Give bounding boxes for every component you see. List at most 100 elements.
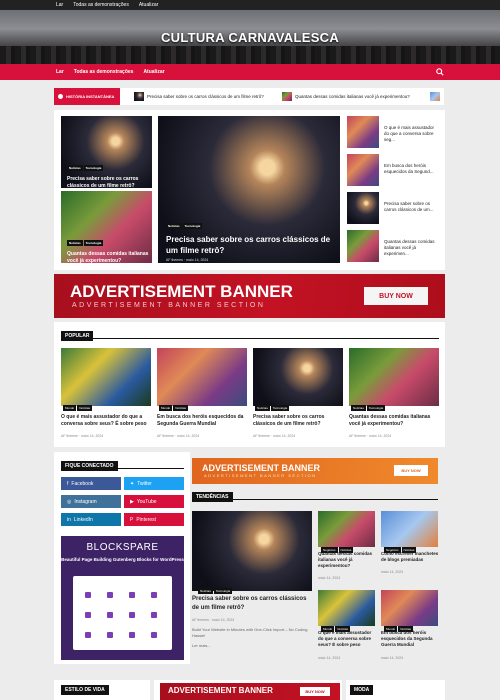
social-label: LinkedIn [73, 516, 93, 523]
post-author[interactable]: AF themes [166, 258, 183, 262]
post-meta: AF themes · maio 14, 2024 [253, 434, 296, 438]
section-heading-trending: TENDÊNCIAS [192, 492, 233, 502]
trending-thumb[interactable]: Mundo Notícias [318, 590, 375, 632]
post-title[interactable]: Quantas dessas comidas italianas você já… [318, 551, 376, 569]
ad-buy-button[interactable]: BUY NOW [300, 687, 330, 696]
top-bar: Lar Todas as demonstrações Atualizar [0, 0, 500, 10]
trending-thumb[interactable]: Mundo Notícias [381, 590, 438, 632]
social-label: YouTube [136, 498, 157, 505]
social-youtube-button[interactable]: ▶ YouTube [124, 495, 184, 508]
post-author[interactable]: AF themes [61, 434, 78, 438]
twitter-icon: ✦ [130, 480, 135, 487]
ticker-item[interactable] [430, 91, 440, 102]
block-icon [151, 612, 157, 618]
ad-buy-button[interactable]: BUY NOW [364, 287, 428, 305]
ad-buy-button[interactable]: BUY NOW [394, 465, 428, 476]
advertisement-banner-small[interactable]: ADVERTISEMENT BANNER ADVERTISEMENT BANNE… [192, 458, 438, 484]
post-meta: AF themes · maio 14, 2024 [61, 434, 104, 438]
blockspare-screenshot [73, 576, 172, 650]
blockspare-promo[interactable]: BLOCKSPARE Beautiful Page Building Guten… [61, 536, 184, 660]
side-thumb[interactable] [347, 154, 379, 186]
post-author[interactable]: AF themes [253, 434, 270, 438]
post-author[interactable]: AF themes [157, 434, 174, 438]
post-title[interactable]: Como escrever manchetes de blogs premiad… [381, 551, 439, 563]
post-author[interactable]: AF themes [349, 434, 366, 438]
post-title[interactable]: Em busca dos heróis esquecidos da Segund… [381, 630, 439, 648]
post-title[interactable]: Em busca dos heróis esquecidos da Segund… [157, 414, 247, 428]
post-title[interactable]: O que é mais assustador do que a convers… [61, 414, 151, 428]
category-tag[interactable]: Tecnologia [366, 405, 386, 411]
ticker-item[interactable]: Quantas dessas comidas italianas você já… [282, 91, 410, 102]
post-title[interactable]: Precisa saber sobre os carros clássicos … [166, 234, 334, 256]
post-title[interactable]: Precisa saber sobre os carros clássicos … [192, 595, 314, 613]
site-title[interactable]: CULTURA CARNAVALESCA [0, 30, 500, 45]
block-icon [129, 632, 135, 638]
advertisement-banner[interactable]: ADVERTISEMENT BANNER ADVERTISEMENT BANNE… [54, 274, 445, 318]
block-icon [129, 612, 135, 618]
category-tag[interactable]: Tecnologia [270, 405, 290, 411]
post-title[interactable]: Precisa saber sobre os carros clássicos … [67, 176, 147, 190]
category-tag[interactable]: Mundo [63, 405, 77, 411]
category-tag[interactable]: Mundo [159, 405, 173, 411]
social-twitter-button[interactable]: ✦ Twitter [124, 477, 184, 490]
post-date: maio 14, 2024 [381, 656, 404, 660]
featured-main[interactable]: Notícias Tecnologia Precisa saber sobre o… [158, 116, 340, 263]
social-instagram-button[interactable]: ◎ Instagram [61, 495, 121, 508]
category-tag[interactable]: Notícias [67, 165, 83, 171]
section-heading-fashion: MODA [350, 685, 374, 695]
read-more-link[interactable]: Ler mais... [192, 643, 211, 648]
category-tag[interactable]: Notícias [198, 588, 213, 594]
featured-left-top[interactable]: Notícias Tecnologia Precisa saber sobre o… [61, 116, 152, 190]
trending-main-thumb[interactable]: Notícias Tecnologia [192, 511, 312, 594]
ad-title: ADVERTISEMENT BANNER [202, 463, 321, 473]
nav-item-home[interactable]: Lar [56, 69, 64, 75]
category-tag[interactable]: Notícias [166, 223, 182, 229]
category-tag[interactable]: Tecnologia [83, 165, 104, 171]
youtube-icon: ▶ [130, 498, 134, 505]
ticker-thumb [134, 92, 144, 101]
site-header: CULTURA CARNAVALESCA [0, 10, 500, 64]
category-tag[interactable]: Tecnologia [83, 240, 104, 246]
category-tag[interactable]: Tecnologia [182, 223, 203, 229]
trending-thumb[interactable]: Negócios Notícias [381, 511, 438, 553]
social-pinterest-button[interactable]: P Pinterest [124, 513, 184, 526]
social-facebook-button[interactable]: f Facebook [61, 477, 121, 490]
side-post-title[interactable]: Quantas dessas comidas italianas você já… [384, 239, 440, 257]
category-tag[interactable]: Tecnologia [213, 588, 233, 594]
side-thumb[interactable] [347, 116, 379, 148]
category-tag[interactable]: Notícias [351, 405, 366, 411]
category-tag[interactable]: Notícias [67, 240, 83, 246]
side-post-title[interactable]: Em busca dos heróis esquecidos da Segund… [384, 163, 440, 175]
nav-item-update[interactable]: Atualizar [143, 69, 164, 75]
top-link-demos[interactable]: Todas as demonstrações [73, 2, 129, 8]
top-link-update[interactable]: Atualizar [139, 2, 158, 8]
nav-item-demos[interactable]: Todas as demonstrações [74, 69, 134, 75]
post-author[interactable]: AF themes [192, 618, 209, 622]
post-title[interactable]: Quantas dessas comidas italianas você já… [67, 251, 149, 265]
section-divider [61, 338, 439, 339]
ticker-item-text: Precisa saber sobre os carros clássicos … [147, 94, 264, 99]
side-thumb[interactable] [347, 192, 379, 224]
post-title[interactable]: O que é mais assustador do que a convers… [318, 630, 376, 648]
advertisement-banner-bottom[interactable]: ADVERTISEMENT BANNER BUY NOW [160, 683, 340, 700]
breaking-news-ticker: HISTÓRIA INSTANTÂNEA Precisa saber sobre… [54, 88, 444, 105]
pinterest-icon: P [130, 516, 134, 523]
social-linkedin-button[interactable]: in LinkedIn [61, 513, 121, 526]
side-post-title[interactable]: O que é mais assustador do que a convers… [384, 125, 440, 143]
side-thumb[interactable] [347, 230, 379, 262]
ad-subtitle: ADVERTISEMENT BANNER SECTION [204, 473, 317, 478]
featured-left-bottom[interactable]: Notícias Tecnologia Quantas dessas comida… [61, 191, 152, 265]
category-tag[interactable]: Notícias [173, 405, 189, 411]
ad-subtitle: ADVERTISEMENT BANNER SECTION [72, 302, 266, 309]
top-link-home[interactable]: Lar [56, 2, 63, 8]
category-tag[interactable]: Notícias [77, 405, 93, 411]
ticker-item-text: Quantas dessas comidas italianas você já… [295, 94, 410, 99]
search-icon[interactable] [436, 68, 444, 76]
post-title[interactable]: Quantas dessas comidas italianas você já… [349, 414, 439, 428]
side-post-title[interactable]: Precisa saber sobre os carros clássicos … [384, 201, 440, 213]
post-title[interactable]: Precisa saber sobre os carros clássicos … [253, 414, 343, 428]
category-tag[interactable]: Notícias [255, 405, 270, 411]
trending-thumb[interactable]: Negócios Notícias [318, 511, 375, 553]
ticker-item[interactable]: Precisa saber sobre os carros clássicos … [134, 91, 264, 102]
facebook-icon: f [67, 480, 69, 487]
